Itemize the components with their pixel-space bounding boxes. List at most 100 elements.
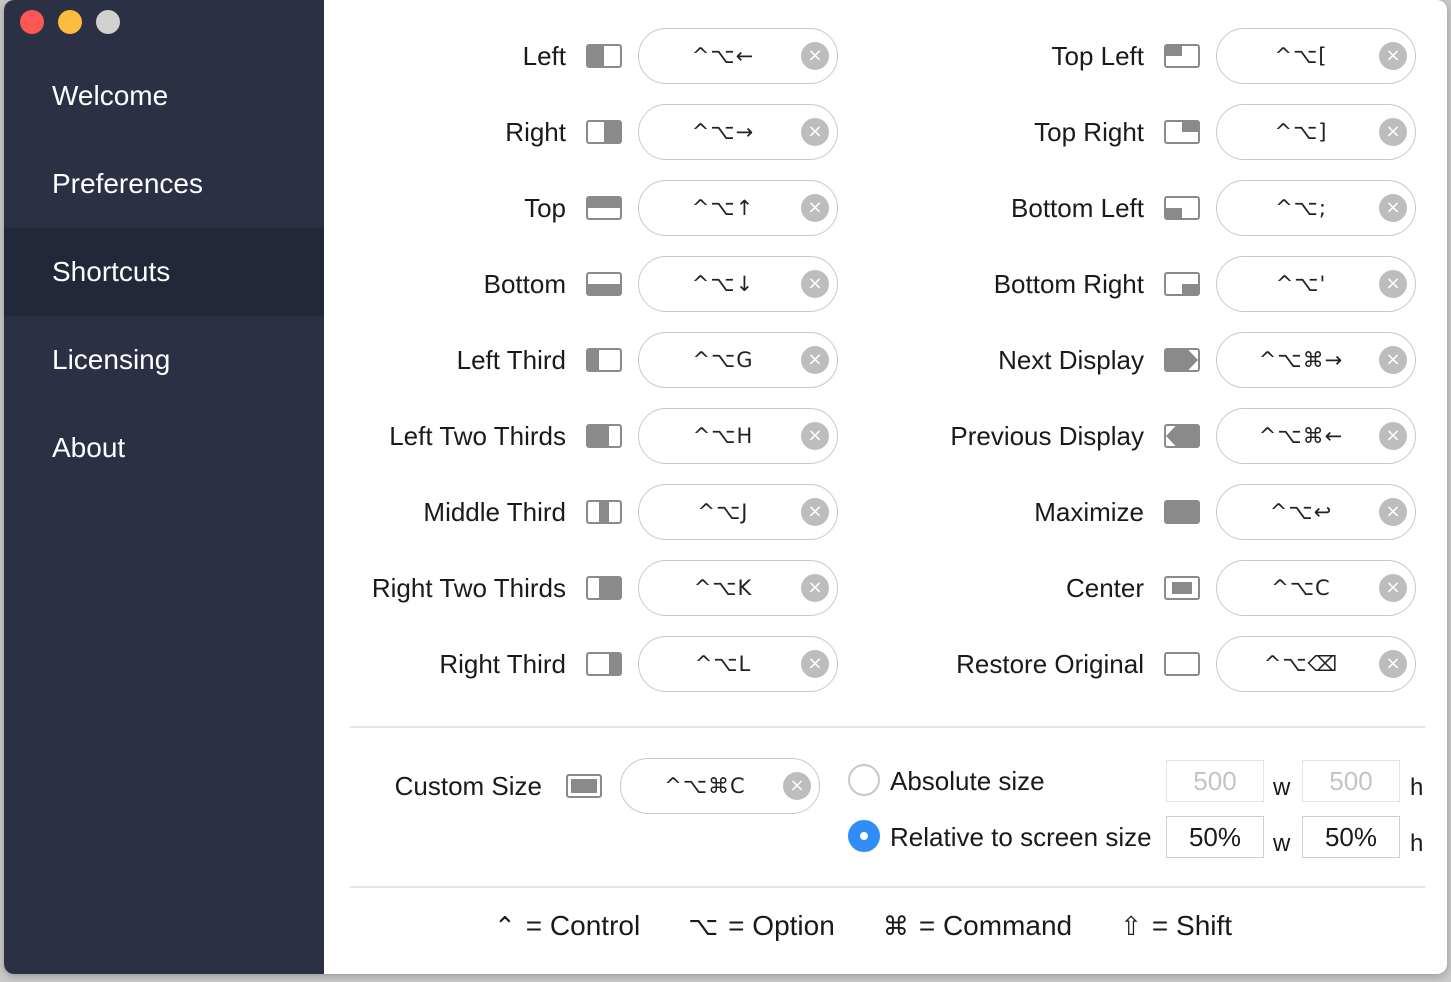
shortcut-keys: ^⌥↑ <box>691 196 755 220</box>
shortcut-keys: ^⌥⌘C <box>664 774 746 798</box>
shortcut-keys: ^⌥] <box>1274 120 1328 144</box>
next-display-shortcut-field[interactable]: ^⌥⌘→ × <box>1216 332 1416 388</box>
shift-key-icon: ⇧ <box>1120 912 1142 942</box>
clear-shortcut-button[interactable]: × <box>1379 650 1407 678</box>
shortcut-label: Bottom Right <box>993 268 1144 299</box>
shortcut-label: Top Left <box>1051 40 1144 71</box>
shortcut-label: Middle Third <box>423 496 566 527</box>
top-left-layout-icon <box>1164 44 1200 68</box>
sidebar-item-about[interactable]: About <box>4 404 324 492</box>
clear-shortcut-button[interactable]: × <box>1379 194 1407 222</box>
top-right-layout-icon <box>1164 120 1200 144</box>
clear-shortcut-button[interactable]: × <box>1379 498 1407 526</box>
shortcut-keys: ^⌥→ <box>691 120 755 144</box>
relative-size-label: Relative to screen size <box>890 822 1152 852</box>
legend-command: ⌘ = Command <box>883 910 1072 942</box>
legend-command-text: = Command <box>918 910 1073 941</box>
center-shortcut-field[interactable]: ^⌥C × <box>1216 560 1416 616</box>
right-third-shortcut-field[interactable]: ^⌥L × <box>638 636 838 692</box>
shortcut-row-middle-third: Middle Third ^⌥J × <box>324 484 838 540</box>
middle-third-shortcut-field[interactable]: ^⌥J × <box>638 484 838 540</box>
height-unit-label: h <box>1410 774 1424 801</box>
left-two-thirds-layout-icon <box>586 424 622 448</box>
top-layout-icon <box>586 196 622 220</box>
close-window-button[interactable] <box>20 10 44 34</box>
restore-original-layout-icon <box>1164 652 1200 676</box>
clear-shortcut-button[interactable]: × <box>801 346 829 374</box>
relative-size-radio[interactable] <box>848 820 880 852</box>
right-two-thirds-shortcut-field[interactable]: ^⌥K × <box>638 560 838 616</box>
shortcut-keys: ^⌥↩ <box>1269 500 1333 524</box>
shortcut-keys: ^⌥⌫ <box>1263 652 1339 676</box>
absolute-height-field[interactable]: 500 <box>1302 760 1400 802</box>
top-shortcut-field[interactable]: ^⌥↑ × <box>638 180 838 236</box>
previous-display-shortcut-field[interactable]: ^⌥⌘← × <box>1216 408 1416 464</box>
relative-height-field[interactable]: 50% <box>1302 816 1400 858</box>
clear-shortcut-button[interactable]: × <box>1379 346 1407 374</box>
relative-width-field[interactable]: 50% <box>1166 816 1264 858</box>
clear-shortcut-button[interactable]: × <box>783 772 811 800</box>
bottom-layout-icon <box>586 272 622 296</box>
shortcut-row-previous-display: Previous Display ^⌥⌘← × <box>844 408 1416 464</box>
shortcut-label: Top <box>524 192 566 223</box>
clear-shortcut-button[interactable]: × <box>1379 574 1407 602</box>
left-layout-icon <box>586 44 622 68</box>
absolute-width-field[interactable]: 500 <box>1166 760 1264 802</box>
clear-shortcut-button[interactable]: × <box>1379 270 1407 298</box>
sidebar-item-preferences[interactable]: Preferences <box>4 140 324 228</box>
shortcut-keys: ^⌥C <box>1271 576 1331 600</box>
shortcut-keys: ^⌥J <box>697 500 749 524</box>
clear-shortcut-button[interactable]: × <box>801 422 829 450</box>
top-right-shortcut-field[interactable]: ^⌥] × <box>1216 104 1416 160</box>
restore-original-shortcut-field[interactable]: ^⌥⌫ × <box>1216 636 1416 692</box>
clear-shortcut-button[interactable]: × <box>801 498 829 526</box>
bottom-left-shortcut-field[interactable]: ^⌥; × <box>1216 180 1416 236</box>
absolute-size-radio[interactable] <box>848 764 880 796</box>
clear-shortcut-button[interactable]: × <box>801 650 829 678</box>
legend-shift-text: = Shift <box>1151 910 1233 941</box>
shortcut-label: Bottom <box>483 268 566 299</box>
clear-shortcut-button[interactable]: × <box>801 118 829 146</box>
bottom-right-shortcut-field[interactable]: ^⌥' × <box>1216 256 1416 312</box>
clear-shortcut-button[interactable]: × <box>1379 118 1407 146</box>
shortcut-row-next-display: Next Display ^⌥⌘→ × <box>844 332 1416 388</box>
left-shortcut-field[interactable]: ^⌥← × <box>638 28 838 84</box>
zoom-window-button[interactable] <box>96 10 120 34</box>
shortcut-label: Left <box>522 40 566 71</box>
bottom-left-layout-icon <box>1164 196 1200 220</box>
clear-shortcut-button[interactable]: × <box>801 194 829 222</box>
shortcut-row-left: Left ^⌥← × <box>324 28 838 84</box>
shortcut-row-bottom-right: Bottom Right ^⌥' × <box>844 256 1416 312</box>
maximize-shortcut-field[interactable]: ^⌥↩ × <box>1216 484 1416 540</box>
shortcut-label: Left Third <box>456 344 566 375</box>
clear-shortcut-button[interactable]: × <box>801 270 829 298</box>
shortcut-label: Restore Original <box>956 648 1144 679</box>
top-left-shortcut-field[interactable]: ^⌥[× <box>1216 28 1416 84</box>
clear-shortcut-button[interactable]: × <box>801 574 829 602</box>
sidebar-item-shortcuts[interactable]: Shortcuts <box>4 228 324 316</box>
shortcut-row-bottom: Bottom ^⌥↓ × <box>324 256 838 312</box>
clear-shortcut-button[interactable]: × <box>801 42 829 70</box>
bottom-shortcut-field[interactable]: ^⌥↓ × <box>638 256 838 312</box>
right-layout-icon <box>586 120 622 144</box>
custom-size-label: Custom Size <box>394 770 542 801</box>
minimize-window-button[interactable] <box>58 10 82 34</box>
preferences-window: Welcome Preferences Shortcuts Licensing … <box>4 0 1447 974</box>
shortcut-label: Previous Display <box>950 420 1144 451</box>
shortcut-row-top-left: Top Left ^⌥[× <box>844 28 1416 84</box>
clear-shortcut-button[interactable]: × <box>1379 42 1407 70</box>
shortcut-label: Center <box>1065 572 1144 603</box>
right-shortcut-field[interactable]: ^⌥→ × <box>638 104 838 160</box>
absolute-size-label: Absolute size <box>890 766 1045 796</box>
left-two-thirds-shortcut-field[interactable]: ^⌥H × <box>638 408 838 464</box>
clear-shortcut-button[interactable]: × <box>1379 422 1407 450</box>
custom-size-shortcut-field[interactable]: ^⌥⌘C × <box>620 758 820 814</box>
shortcut-label: Bottom Left <box>1011 192 1144 223</box>
shortcut-label: Maximize <box>1034 496 1144 527</box>
sidebar-item-welcome[interactable]: Welcome <box>4 52 324 140</box>
center-layout-icon <box>1164 576 1200 600</box>
sidebar-item-licensing[interactable]: Licensing <box>4 316 324 404</box>
option-key-icon: ⌥ <box>688 912 719 942</box>
left-third-shortcut-field[interactable]: ^⌥G × <box>638 332 838 388</box>
sidebar: Welcome Preferences Shortcuts Licensing … <box>4 0 324 974</box>
